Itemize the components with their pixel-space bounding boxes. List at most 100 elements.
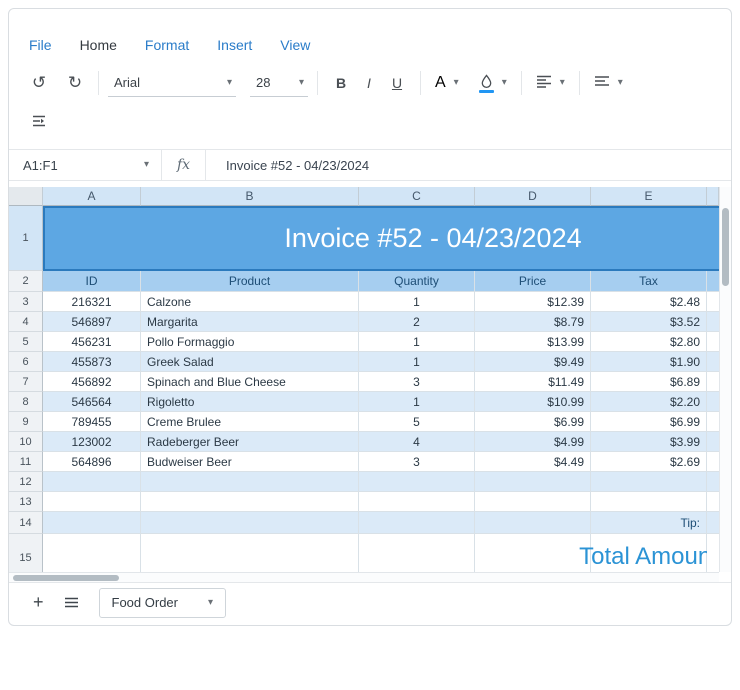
cell[interactable] xyxy=(359,492,475,512)
cell[interactable]: Margarita xyxy=(141,312,359,332)
column-header-d[interactable]: D xyxy=(475,187,591,206)
cell[interactable] xyxy=(43,472,141,492)
column-header-b[interactable]: B xyxy=(141,187,359,206)
cell[interactable]: Spinach and Blue Cheese xyxy=(141,372,359,392)
cell[interactable]: 546564 xyxy=(43,392,141,412)
sheet-list-button[interactable] xyxy=(64,597,79,608)
sheet-tab-dropdown[interactable]: Food Order ▾ xyxy=(99,588,227,618)
cell[interactable]: 3 xyxy=(359,452,475,472)
cell[interactable]: $2.80 xyxy=(591,332,707,352)
cell[interactable]: 1 xyxy=(359,392,475,412)
row-header[interactable]: 10 xyxy=(9,432,43,452)
bold-button[interactable]: B xyxy=(327,69,355,97)
fill-color-button[interactable]: ▾ xyxy=(474,69,512,97)
cell[interactable]: 216321 xyxy=(43,292,141,312)
row-header[interactable]: 3 xyxy=(9,292,43,312)
cell[interactable]: Tax xyxy=(591,271,707,292)
cell[interactable]: $8.79 xyxy=(475,312,591,332)
cell[interactable]: Quantity xyxy=(359,271,475,292)
row-header[interactable]: 4 xyxy=(9,312,43,332)
cell[interactable]: 4 xyxy=(359,432,475,452)
cell[interactable]: $12.39 xyxy=(475,292,591,312)
cell[interactable]: 5 xyxy=(359,412,475,432)
cell[interactable]: 564896 xyxy=(43,452,141,472)
row-header[interactable]: 13 xyxy=(9,492,43,512)
cell[interactable]: Creme Brulee xyxy=(141,412,359,432)
cell[interactable]: 2 xyxy=(359,312,475,332)
cell[interactable] xyxy=(359,534,475,572)
menu-item-home[interactable]: Home xyxy=(80,37,117,53)
vertical-scrollbar[interactable] xyxy=(719,187,731,572)
row-header[interactable]: 7 xyxy=(9,372,43,392)
cell[interactable] xyxy=(141,492,359,512)
cell[interactable]: 123002 xyxy=(43,432,141,452)
cell[interactable] xyxy=(707,292,719,312)
horizontal-scrollbar-thumb[interactable] xyxy=(13,575,119,581)
cell[interactable] xyxy=(707,512,719,534)
cell[interactable] xyxy=(707,352,719,372)
menu-item-view[interactable]: View xyxy=(280,37,310,53)
cell[interactable]: 1 xyxy=(359,352,475,372)
cell[interactable] xyxy=(591,492,707,512)
tip-label-cell[interactable]: Tip: xyxy=(591,512,707,534)
redo-button[interactable]: ↻ xyxy=(61,69,89,97)
cell[interactable] xyxy=(707,271,719,292)
underline-button[interactable]: U xyxy=(383,69,411,97)
cell[interactable] xyxy=(707,412,719,432)
cell[interactable]: 456231 xyxy=(43,332,141,352)
cell[interactable]: $2.69 xyxy=(591,452,707,472)
invoice-title-cell[interactable]: Invoice #52 - 04/23/2024 xyxy=(43,206,719,271)
cell[interactable] xyxy=(707,452,719,472)
cell[interactable]: 456892 xyxy=(43,372,141,392)
cell[interactable] xyxy=(707,472,719,492)
menu-item-file[interactable]: File xyxy=(29,37,52,53)
cell[interactable]: Rigoletto xyxy=(141,392,359,412)
select-all-corner[interactable] xyxy=(9,187,43,206)
cell[interactable]: $3.52 xyxy=(591,312,707,332)
cell[interactable]: Price xyxy=(475,271,591,292)
cell[interactable]: $6.89 xyxy=(591,372,707,392)
cell[interactable] xyxy=(707,492,719,512)
font-size-select[interactable]: 28 ▾ xyxy=(250,70,308,97)
cell[interactable] xyxy=(591,472,707,492)
row-header[interactable]: 6 xyxy=(9,352,43,372)
cell[interactable]: $9.49 xyxy=(475,352,591,372)
cell[interactable]: Greek Salad xyxy=(141,352,359,372)
cell[interactable]: $2.48 xyxy=(591,292,707,312)
cell[interactable]: $1.90 xyxy=(591,352,707,372)
cell[interactable]: Calzone xyxy=(141,292,359,312)
cell[interactable] xyxy=(475,472,591,492)
cell[interactable]: 3 xyxy=(359,372,475,392)
cell[interactable] xyxy=(475,534,591,572)
cell[interactable] xyxy=(359,512,475,534)
text-color-button[interactable]: A ▾ xyxy=(430,69,464,97)
row-header[interactable]: 1 xyxy=(9,206,43,271)
cell[interactable]: $10.99 xyxy=(475,392,591,412)
cell[interactable]: $3.99 xyxy=(591,432,707,452)
cell[interactable]: Product xyxy=(141,271,359,292)
wrap-text-button[interactable] xyxy=(25,108,53,136)
horizontal-scrollbar[interactable] xyxy=(9,572,719,582)
cell[interactable]: Budweiser Beer xyxy=(141,452,359,472)
italic-button[interactable]: I xyxy=(355,69,383,97)
cell[interactable] xyxy=(141,512,359,534)
cell[interactable] xyxy=(141,472,359,492)
row-header[interactable]: 11 xyxy=(9,452,43,472)
cell[interactable]: 789455 xyxy=(43,412,141,432)
cell[interactable] xyxy=(43,512,141,534)
cell[interactable] xyxy=(141,534,359,572)
cell[interactable]: ID xyxy=(43,271,141,292)
cell[interactable] xyxy=(707,392,719,412)
cell[interactable]: $4.99 xyxy=(475,432,591,452)
column-header-c[interactable]: C xyxy=(359,187,475,206)
cell[interactable] xyxy=(707,312,719,332)
cell[interactable]: 546897 xyxy=(43,312,141,332)
row-header[interactable]: 15 xyxy=(9,534,43,572)
cell[interactable] xyxy=(475,512,591,534)
vertical-align-dropdown[interactable]: ▾ xyxy=(589,69,628,97)
cell[interactable] xyxy=(359,472,475,492)
column-header-a[interactable]: A xyxy=(43,187,141,206)
cell[interactable]: 1 xyxy=(359,292,475,312)
font-family-select[interactable]: Arial ▾ xyxy=(108,70,236,97)
name-box[interactable]: A1:F1 ▾ xyxy=(9,150,161,180)
